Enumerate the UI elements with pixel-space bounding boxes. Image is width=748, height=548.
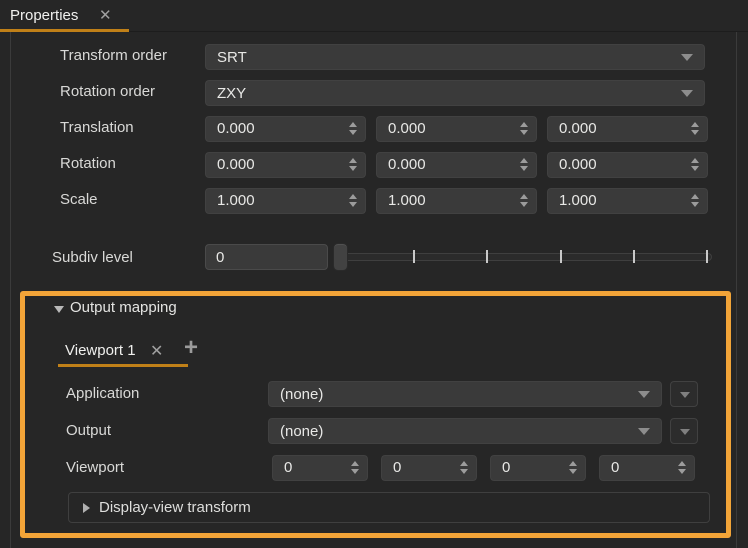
translation-z-spinner[interactable]: 0.000 <box>547 116 708 142</box>
viewport-tab-close-icon[interactable]: ✕ <box>150 341 163 361</box>
transform-order-value: SRT <box>217 49 247 66</box>
slider-tick <box>633 250 635 263</box>
tab-close-icon[interactable]: ✕ <box>99 6 112 24</box>
spin-up-icon[interactable] <box>691 158 699 163</box>
active-tab-underline <box>0 29 129 32</box>
spin-up-icon[interactable] <box>520 194 528 199</box>
tab-bar: Properties ✕ <box>0 0 748 32</box>
spin-up-icon[interactable] <box>349 158 357 163</box>
chevron-down-icon <box>638 391 650 398</box>
spin-down-icon[interactable] <box>520 130 528 135</box>
transform-order-dropdown[interactable]: SRT <box>205 44 705 70</box>
slider-tick <box>413 250 415 263</box>
spin-down-icon[interactable] <box>349 166 357 171</box>
rotation-order-dropdown[interactable]: ZXY <box>205 80 705 106</box>
translation-y-spinner[interactable]: 0.000 <box>376 116 537 142</box>
spin-down-icon[interactable] <box>691 130 699 135</box>
subdiv-level-input[interactable] <box>205 244 328 270</box>
spin-down-icon[interactable] <box>678 469 686 474</box>
collapse-caret-right-icon <box>83 503 90 513</box>
spin-down-icon[interactable] <box>520 202 528 207</box>
translation-label: Translation <box>60 119 134 136</box>
rotation-z-spinner[interactable]: 0.000 <box>547 152 708 178</box>
spin-down-icon[interactable] <box>349 130 357 135</box>
tab-viewport-1[interactable]: Viewport 1 <box>65 342 136 359</box>
spin-down-icon[interactable] <box>349 202 357 207</box>
display-view-transform-label: Display-view transform <box>99 499 251 516</box>
rotation-spinners: 0.000 0.000 0.000 <box>205 152 708 178</box>
spin-down-icon[interactable] <box>351 469 359 474</box>
spin-down-icon[interactable] <box>691 166 699 171</box>
application-dropdown[interactable]: (none) <box>268 381 662 407</box>
properties-panel: Properties ✕ Transform order SRT Rotatio… <box>0 0 748 548</box>
spin-up-icon[interactable] <box>691 122 699 127</box>
spin-down-icon[interactable] <box>520 166 528 171</box>
spin-up-icon[interactable] <box>520 122 528 127</box>
translation-spinners: 0.000 0.000 0.000 <box>205 116 708 142</box>
display-view-transform-header[interactable]: Display-view transform <box>68 492 710 523</box>
viewport-width-spinner[interactable]: 0 <box>490 455 586 481</box>
spin-up-icon[interactable] <box>349 122 357 127</box>
spin-up-icon[interactable] <box>520 158 528 163</box>
output-mapping-header[interactable]: Output mapping <box>70 299 177 316</box>
rotation-x-spinner[interactable]: 0.000 <box>205 152 366 178</box>
collapse-caret-down-icon <box>54 306 64 313</box>
chevron-down-icon <box>680 392 690 398</box>
viewport-tab-underline <box>58 364 188 367</box>
rotation-y-spinner[interactable]: 0.000 <box>376 152 537 178</box>
spin-up-icon[interactable] <box>349 194 357 199</box>
scale-z-spinner[interactable]: 1.000 <box>547 188 708 214</box>
viewport-height-spinner[interactable]: 0 <box>599 455 695 481</box>
output-dropdown[interactable]: (none) <box>268 418 662 444</box>
viewport-spinners: 0 0 0 0 <box>272 455 695 481</box>
application-label: Application <box>66 385 139 402</box>
viewport-tab-add-icon[interactable]: + <box>184 334 198 362</box>
spin-up-icon[interactable] <box>691 194 699 199</box>
viewport-label: Viewport <box>66 459 124 476</box>
spin-down-icon[interactable] <box>691 202 699 207</box>
subdiv-slider-track[interactable] <box>336 253 712 261</box>
subdiv-slider-handle[interactable] <box>333 243 348 271</box>
application-picker-button[interactable] <box>670 381 698 407</box>
spin-down-icon[interactable] <box>460 469 468 474</box>
rotation-order-value: ZXY <box>217 85 246 102</box>
application-value: (none) <box>280 386 323 403</box>
output-label: Output <box>66 422 111 439</box>
rotation-order-label: Rotation order <box>60 83 155 100</box>
viewport-x-spinner[interactable]: 0 <box>272 455 368 481</box>
spin-up-icon[interactable] <box>678 461 686 466</box>
rotation-label: Rotation <box>60 155 116 172</box>
output-value: (none) <box>280 423 323 440</box>
spin-up-icon[interactable] <box>460 461 468 466</box>
translation-x-spinner[interactable]: 0.000 <box>205 116 366 142</box>
slider-tick <box>560 250 562 263</box>
spin-down-icon[interactable] <box>569 469 577 474</box>
transform-order-label: Transform order <box>60 47 167 64</box>
chevron-down-icon <box>681 90 693 97</box>
output-picker-button[interactable] <box>670 418 698 444</box>
chevron-down-icon <box>681 54 693 61</box>
scale-label: Scale <box>60 191 98 208</box>
slider-tick <box>706 250 708 263</box>
slider-tick <box>486 250 488 263</box>
chevron-down-icon <box>680 429 690 435</box>
scale-x-spinner[interactable]: 1.000 <box>205 188 366 214</box>
scale-spinners: 1.000 1.000 1.000 <box>205 188 708 214</box>
tab-properties[interactable]: Properties <box>10 7 78 24</box>
viewport-y-spinner[interactable]: 0 <box>381 455 477 481</box>
chevron-down-icon <box>638 428 650 435</box>
spin-up-icon[interactable] <box>569 461 577 466</box>
scale-y-spinner[interactable]: 1.000 <box>376 188 537 214</box>
subdiv-level-label: Subdiv level <box>52 249 133 266</box>
spin-up-icon[interactable] <box>351 461 359 466</box>
